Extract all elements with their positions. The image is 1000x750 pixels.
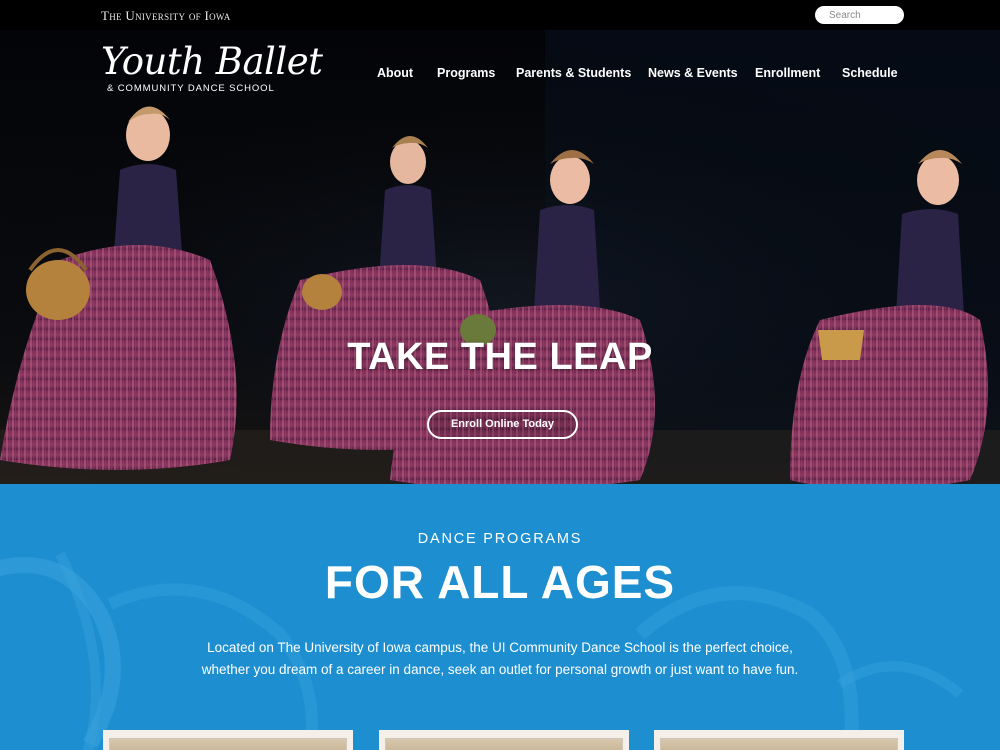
search-input[interactable] (815, 6, 904, 24)
program-card-2[interactable] (379, 730, 629, 750)
hero-title: TAKE THE LEAP (347, 336, 653, 378)
section-description: Located on The University of Iowa campus… (150, 637, 850, 681)
dance-programs-section: DANCE PROGRAMS FOR ALL AGES Located on T… (0, 484, 1000, 750)
logo-subtitle: & COMMUNITY DANCE SCHOOL (107, 83, 275, 94)
nav-enrollment[interactable]: Enrollment (755, 66, 820, 80)
site-logo[interactable]: Youth Ballet & COMMUNITY DANCE SCHOOL (101, 40, 323, 97)
decorative-script-watermark (0, 551, 964, 750)
description-line-2: whether you dream of a career in dance, … (201, 662, 799, 677)
nav-news-events[interactable]: News & Events (648, 66, 738, 80)
section-title: FOR ALL AGES (324, 556, 676, 608)
section-kicker: DANCE PROGRAMS (417, 531, 583, 547)
enroll-online-button[interactable]: Enroll Online Today (427, 410, 578, 439)
program-card-image (660, 738, 898, 750)
program-card-3[interactable] (654, 730, 904, 750)
program-card-1[interactable] (103, 730, 353, 750)
university-link[interactable]: The University of Iowa (101, 8, 231, 24)
nav-about[interactable]: About (377, 66, 413, 80)
nav-schedule[interactable]: Schedule (842, 66, 898, 80)
nav-parents-students[interactable]: Parents & Students (516, 66, 631, 80)
program-card-image (109, 738, 347, 750)
program-card-image (385, 738, 623, 750)
description-line-1: Located on The University of Iowa campus… (207, 640, 793, 655)
top-bar: The University of Iowa (0, 0, 1000, 30)
logo-script-text: Youth Ballet (101, 40, 323, 83)
nav-programs[interactable]: Programs (437, 66, 495, 80)
hero-banner: Youth Ballet & COMMUNITY DANCE SCHOOL Ab… (0, 30, 1000, 484)
